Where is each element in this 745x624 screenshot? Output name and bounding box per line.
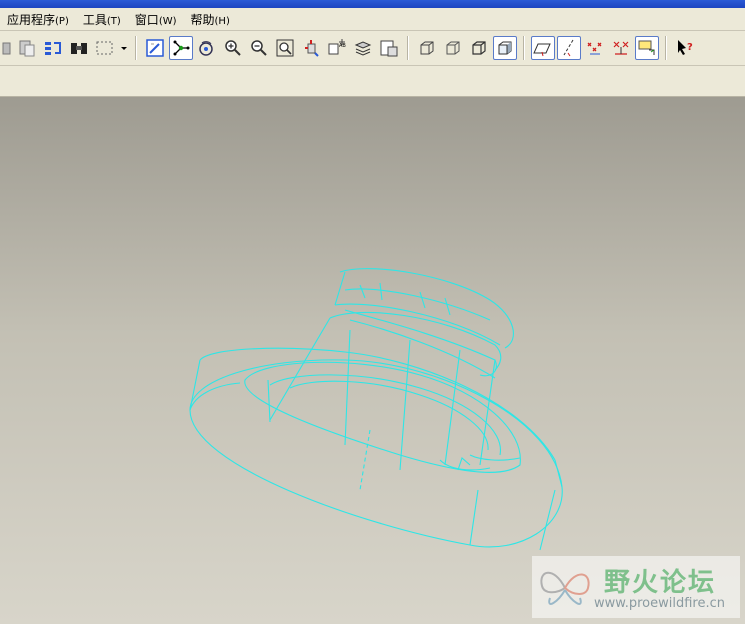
menu-window-label: 窗口 bbox=[134, 12, 159, 27]
datum-points-icon[interactable] bbox=[583, 36, 607, 60]
repaint-icon[interactable] bbox=[143, 36, 167, 60]
menu-window[interactable]: 窗口(W) bbox=[128, 11, 184, 28]
orient-mode-icon[interactable] bbox=[195, 36, 219, 60]
graphics-window[interactable] bbox=[0, 97, 745, 624]
find-icon[interactable] bbox=[67, 36, 91, 60]
spin-center-icon[interactable] bbox=[169, 36, 193, 60]
wireframe-icon[interactable] bbox=[415, 36, 439, 60]
datum-axes-icon[interactable] bbox=[557, 36, 581, 60]
zoom-out-icon[interactable] bbox=[247, 36, 271, 60]
paste-icon[interactable] bbox=[1, 36, 13, 60]
dropdown-arrow-icon[interactable] bbox=[119, 36, 129, 60]
zoom-in-icon[interactable] bbox=[221, 36, 245, 60]
layers-icon[interactable] bbox=[351, 36, 375, 60]
toolbar-separator bbox=[665, 36, 667, 60]
svg-text:AB: AB bbox=[339, 43, 346, 49]
watermark-title: 野火论坛 bbox=[604, 568, 717, 598]
menu-applications-label: 应用程序 bbox=[7, 12, 56, 27]
menu-window-key: (W) bbox=[158, 15, 177, 27]
shading-icon[interactable] bbox=[493, 36, 517, 60]
datum-planes-icon[interactable] bbox=[531, 36, 555, 60]
hidden-line-icon[interactable] bbox=[441, 36, 465, 60]
wireframe-model bbox=[189, 268, 563, 551]
view-manager-icon[interactable] bbox=[377, 36, 401, 60]
refit-icon[interactable] bbox=[273, 36, 297, 60]
toolbar-separator bbox=[135, 36, 137, 60]
saved-views-icon[interactable]: AB bbox=[325, 36, 349, 60]
annotations-icon[interactable] bbox=[635, 36, 659, 60]
forum-watermark: 野火论坛 www.proewildfire.cn bbox=[532, 556, 740, 618]
paste-special-icon[interactable] bbox=[15, 36, 39, 60]
menu-applications-key: (P) bbox=[55, 15, 69, 27]
context-help-icon[interactable]: ? bbox=[673, 36, 697, 60]
menu-bar: 应用程序(P) 工具(T) 窗口(W) 帮助(H) bbox=[0, 8, 745, 31]
csys-icon[interactable] bbox=[609, 36, 633, 60]
title-bar bbox=[0, 0, 745, 8]
menu-tools[interactable]: 工具(T) bbox=[76, 11, 128, 28]
secondary-toolbar-strip bbox=[0, 66, 745, 97]
butterfly-logo-icon bbox=[540, 571, 590, 605]
regenerate-icon[interactable] bbox=[41, 36, 65, 60]
toolbar-separator bbox=[523, 36, 525, 60]
reorient-icon[interactable] bbox=[299, 36, 323, 60]
no-hidden-icon[interactable] bbox=[467, 36, 491, 60]
menu-help-key: (H) bbox=[214, 15, 230, 27]
menu-tools-label: 工具 bbox=[82, 12, 107, 27]
menu-help-label: 帮助 bbox=[190, 12, 215, 27]
svg-text:?: ? bbox=[687, 42, 693, 53]
toolbar-separator bbox=[407, 36, 409, 60]
select-box-icon[interactable] bbox=[93, 36, 117, 60]
menu-tools-key: (T) bbox=[106, 15, 121, 27]
menu-help[interactable]: 帮助(H) bbox=[184, 11, 237, 28]
watermark-url: www.proewildfire.cn bbox=[594, 596, 725, 611]
menu-applications[interactable]: 应用程序(P) bbox=[0, 11, 76, 28]
main-toolbar: AB ? bbox=[0, 31, 745, 66]
